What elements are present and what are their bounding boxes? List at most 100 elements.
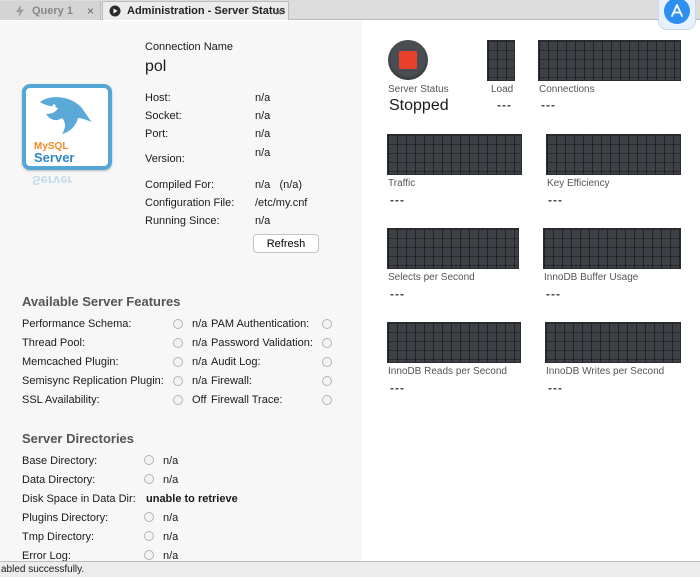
radio-indicator-icon: [144, 512, 154, 522]
load-value: ---: [497, 98, 512, 112]
radio-indicator-icon: [322, 357, 332, 367]
connections-value: ---: [541, 98, 556, 112]
feature-label: Audit Log:: [211, 356, 261, 368]
connection-name-label: Connection Name: [145, 41, 234, 53]
host-label: Host:: [145, 92, 171, 104]
directory-value: unable to retrieve: [146, 493, 238, 505]
feature-label: Performance Schema:: [22, 318, 132, 330]
tab-administration-server-status[interactable]: Administration - Server Status ×: [102, 1, 289, 20]
radio-indicator-icon: [173, 395, 183, 405]
radio-indicator-icon: [173, 319, 183, 329]
radio-indicator-icon: [173, 357, 183, 367]
mysql-dolphin-logo: MySQL Server: [22, 84, 112, 170]
radio-indicator-icon: [173, 338, 183, 348]
directory-label: Disk Space in Data Dir:: [22, 493, 136, 505]
innodb-buffer-usage-graph: [543, 228, 681, 269]
compiled-for-label: Compiled For:: [145, 179, 215, 191]
radio-indicator-icon: [322, 376, 332, 386]
feature-value: n/a: [192, 375, 208, 387]
radio-indicator-icon: [144, 474, 154, 484]
compiled-for-value: n/a (n/a): [255, 179, 303, 191]
version-label: Version:: [145, 153, 185, 165]
socket-label: Socket:: [145, 110, 182, 122]
feature-value: n/a: [192, 318, 208, 330]
radio-indicator-icon: [173, 376, 183, 386]
running-since-label: Running Since:: [145, 215, 220, 227]
feature-label: Password Validation:: [211, 337, 313, 349]
connections-graph: [538, 40, 681, 81]
key-efficiency-value: ---: [548, 193, 563, 207]
innodb-buffer-usage-value: ---: [546, 287, 561, 301]
directory-label: Plugins Directory:: [22, 512, 109, 524]
tab-bar: Query 1 × Administration - Server Status…: [0, 0, 700, 30]
load-graph: [487, 40, 515, 81]
status-bar: abled successfully.: [0, 561, 700, 577]
directory-value: n/a: [163, 512, 179, 524]
tab-label: Query 1: [32, 4, 73, 17]
directory-label: Tmp Directory:: [22, 531, 95, 543]
directories-heading: Server Directories: [22, 431, 135, 446]
load-label: Load: [491, 84, 514, 95]
selects-per-second-value: ---: [390, 287, 405, 301]
feature-value: n/a: [192, 337, 208, 349]
radio-indicator-icon: [322, 338, 332, 348]
version-value: n/a: [255, 147, 271, 159]
features-heading: Available Server Features: [22, 294, 181, 309]
tab-query-1[interactable]: Query 1 ×: [0, 1, 101, 20]
stop-icon: [399, 51, 417, 69]
innodb-writes-value: ---: [548, 381, 563, 395]
configuration-file-label: Configuration File:: [145, 197, 235, 209]
innodb-reads-label: InnoDB Reads per Second: [388, 366, 507, 377]
server-status-value: Stopped: [389, 97, 449, 114]
tab-label: Administration - Server Status: [127, 5, 286, 17]
logo-text-server: Server: [34, 150, 74, 165]
feature-label: PAM Authentication:: [211, 318, 310, 330]
innodb-buffer-usage-label: InnoDB Buffer Usage: [544, 272, 639, 283]
feature-label: Memcached Plugin:: [22, 356, 119, 368]
socket-value: n/a: [255, 110, 271, 122]
status-message: abled successfully.: [1, 564, 85, 575]
directory-value: n/a: [163, 474, 179, 486]
traffic-value: ---: [390, 193, 405, 207]
server-status-indicator[interactable]: [388, 40, 428, 80]
directory-label: Base Directory:: [22, 455, 98, 467]
feature-label: Thread Pool:: [22, 337, 85, 349]
close-icon[interactable]: ×: [87, 4, 94, 18]
innodb-writes-label: InnoDB Writes per Second: [546, 366, 665, 377]
radio-indicator-icon: [144, 531, 154, 541]
running-since-value: n/a: [255, 215, 271, 227]
server-status-label: Server Status: [388, 84, 449, 95]
key-efficiency-label: Key Efficiency: [547, 178, 610, 189]
traffic-graph: [387, 134, 522, 175]
port-value: n/a: [255, 128, 271, 140]
key-efficiency-graph: [546, 134, 681, 175]
port-label: Port:: [145, 128, 169, 140]
app-store-icon[interactable]: [658, 0, 696, 30]
configuration-file-value: /etc/my.cnf: [255, 197, 308, 209]
directory-label: Data Directory:: [22, 474, 96, 486]
innodb-writes-graph: [545, 322, 681, 363]
logo-reflection: Server: [22, 172, 112, 202]
feature-label: SSL Availability:: [22, 394, 100, 406]
innodb-reads-graph: [387, 322, 521, 363]
radio-indicator-icon: [144, 550, 154, 560]
feature-label: Firewall Trace:: [211, 394, 283, 406]
directory-value: n/a: [163, 531, 179, 543]
close-icon[interactable]: ×: [275, 5, 282, 19]
selects-per-second-label: Selects per Second: [388, 272, 475, 283]
feature-label: Semisync Replication Plugin:: [22, 375, 164, 387]
directory-value: n/a: [163, 455, 179, 467]
feature-label: Firewall:: [211, 375, 252, 387]
radio-indicator-icon: [144, 455, 154, 465]
traffic-label: Traffic: [388, 178, 416, 189]
innodb-reads-value: ---: [390, 381, 405, 395]
lightning-icon: [14, 4, 26, 17]
connection-name: pol: [145, 58, 167, 75]
refresh-button[interactable]: Refresh: [253, 234, 319, 253]
admin-tab-icon: [109, 5, 121, 17]
radio-indicator-icon: [322, 395, 332, 405]
feature-value: Off: [192, 394, 207, 406]
radio-indicator-icon: [322, 319, 332, 329]
selects-per-second-graph: [387, 228, 519, 269]
feature-value: n/a: [192, 356, 208, 368]
